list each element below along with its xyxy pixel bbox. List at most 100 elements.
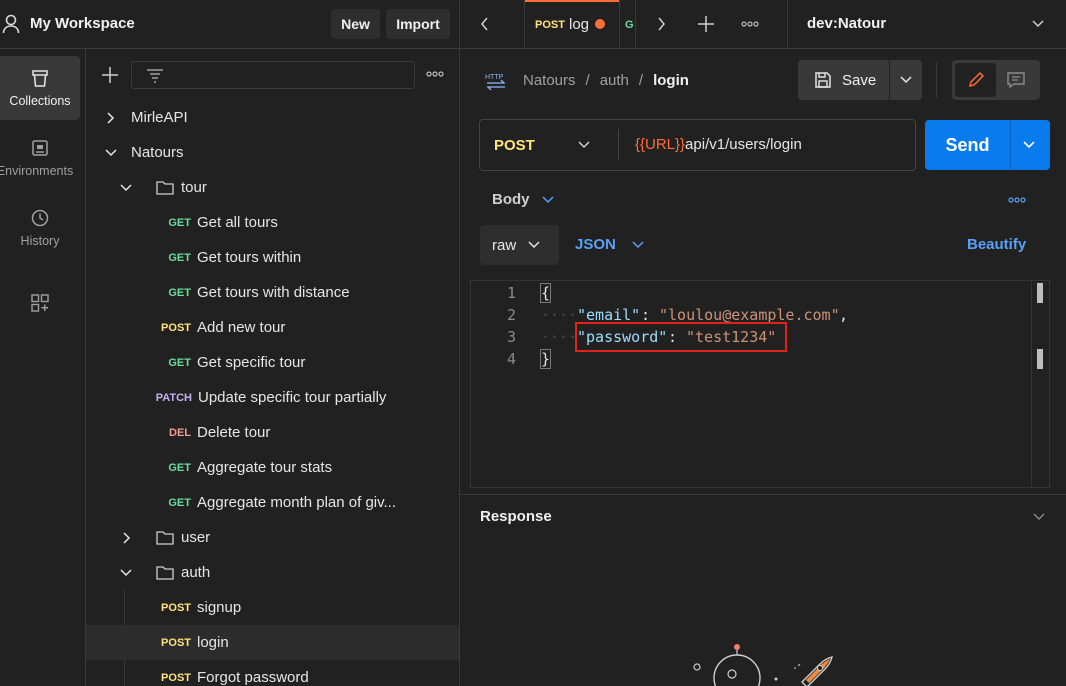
tree-request-get-tours-within[interactable]: GET Get tours within bbox=[86, 240, 459, 275]
line-number: 3 bbox=[506, 328, 516, 346]
workspace-header: My Workspace New Import bbox=[0, 0, 460, 48]
save-split-divider bbox=[889, 60, 890, 100]
code-comma: , bbox=[839, 306, 849, 324]
tab-divider bbox=[787, 0, 788, 48]
tab-more-icon[interactable] bbox=[741, 21, 759, 27]
body-mode-select[interactable]: raw bbox=[480, 225, 559, 265]
method-badge: GET bbox=[168, 356, 191, 369]
url-input[interactable]: {{URL}}api/v1/users/login bbox=[635, 136, 802, 153]
tree-label: auth bbox=[181, 564, 211, 581]
response-collapse-chevron-icon[interactable] bbox=[1033, 512, 1045, 522]
import-button[interactable]: Import bbox=[386, 9, 450, 39]
tree-label: Natours bbox=[131, 144, 184, 161]
breadcrumb-collection[interactable]: Natours bbox=[523, 72, 576, 89]
url-divider bbox=[618, 129, 619, 161]
save-label: Save bbox=[842, 71, 877, 89]
new-tab-plus-icon[interactable] bbox=[697, 15, 715, 33]
save-button-group: Save bbox=[798, 60, 922, 100]
tab-active-login[interactable]: POST log bbox=[525, 0, 619, 48]
chevron-down-icon bbox=[120, 568, 156, 578]
add-collection-icon[interactable] bbox=[101, 66, 119, 84]
tree-request-delete-tour[interactable]: DEL Delete tour bbox=[86, 415, 459, 450]
tree-request-get-all-tours[interactable]: GET Get all tours bbox=[86, 205, 459, 240]
chevron-right-icon bbox=[122, 531, 156, 544]
send-button[interactable]: Send bbox=[925, 120, 1010, 170]
save-options-chevron-icon[interactable] bbox=[900, 75, 912, 85]
rail-add-widgets[interactable] bbox=[0, 271, 80, 335]
environment-selector[interactable]: dev:Natour bbox=[807, 15, 886, 32]
tree-request-login[interactable]: POST login bbox=[86, 625, 459, 660]
tab-divider bbox=[619, 0, 620, 48]
tab-strip: POST log G dev:Natour bbox=[460, 0, 1066, 48]
rail-history-label: History bbox=[20, 234, 60, 248]
chevron-right-icon bbox=[106, 111, 131, 124]
send-options-chevron-icon[interactable] bbox=[1023, 140, 1035, 150]
url-bar: POST {{URL}}api/v1/users/login bbox=[479, 119, 916, 171]
tree-item-mirleapi[interactable]: MirleAPI bbox=[86, 100, 459, 135]
edit-pencil-icon[interactable] bbox=[955, 63, 996, 97]
tab-next-partial[interactable]: G bbox=[625, 19, 634, 31]
tab-body[interactable]: Body bbox=[492, 191, 530, 208]
breadcrumb-request[interactable]: login bbox=[653, 72, 689, 89]
tree-request-update-specific-tour[interactable]: PATCH Update specific tour partially bbox=[86, 380, 459, 415]
body-lang-select[interactable]: JSON bbox=[575, 236, 616, 253]
editor-scrollbar-thumb[interactable] bbox=[1037, 283, 1043, 303]
tree-request-add-new-tour[interactable]: POST Add new tour bbox=[86, 310, 459, 345]
tree-label: MirleAPI bbox=[131, 109, 188, 126]
comments-icon[interactable] bbox=[1006, 71, 1026, 89]
send-button-group: Send bbox=[925, 120, 1050, 170]
response-divider bbox=[460, 494, 1066, 495]
body-more-icon[interactable] bbox=[1008, 197, 1026, 203]
tree-request-aggregate-tour-stats[interactable]: GET Aggregate tour stats bbox=[86, 450, 459, 485]
method-badge: GET bbox=[168, 251, 191, 264]
method-badge: POST bbox=[161, 671, 191, 684]
editor-scrollbar-marker bbox=[1037, 349, 1043, 369]
method-badge: GET bbox=[168, 461, 191, 474]
view-mode-toggle bbox=[952, 60, 1040, 100]
tree-label: Aggregate tour stats bbox=[197, 459, 333, 476]
tree-request-signup[interactable]: POST signup bbox=[86, 590, 459, 625]
body-code-editor[interactable]: 1 2 3 4 { ···· "email" : "loulou@example… bbox=[470, 280, 1050, 488]
tree-folder-user[interactable]: user bbox=[86, 520, 459, 555]
method-badge: POST bbox=[161, 636, 191, 649]
folder-icon bbox=[156, 565, 181, 580]
rail-history[interactable]: History bbox=[0, 196, 80, 260]
method-badge: DEL bbox=[169, 426, 191, 439]
method-badge: GET bbox=[168, 286, 191, 299]
filter-search-input[interactable] bbox=[131, 61, 415, 89]
method-select[interactable]: POST bbox=[480, 120, 618, 170]
tree-label: tour bbox=[181, 179, 207, 196]
workspace-title[interactable]: My Workspace bbox=[30, 15, 135, 32]
more-options-icon[interactable] bbox=[426, 71, 444, 77]
tree-folder-tour[interactable]: tour bbox=[86, 170, 459, 205]
sidebar-divider bbox=[459, 0, 460, 686]
chevron-down-icon bbox=[105, 148, 131, 158]
body-lang-chevron-icon[interactable] bbox=[632, 240, 644, 250]
svg-text:HTTP: HTTP bbox=[485, 74, 504, 81]
tree-folder-auth[interactable]: auth bbox=[86, 555, 459, 590]
body-tab-chevron-icon[interactable] bbox=[542, 195, 554, 205]
tab-scroll-left-icon[interactable] bbox=[480, 17, 490, 31]
tree-request-forgot-password[interactable]: POST Forgot password bbox=[86, 660, 459, 686]
tab-scroll-right-icon[interactable] bbox=[656, 17, 666, 31]
rail-collections[interactable]: Collections bbox=[0, 56, 80, 120]
save-icon bbox=[814, 71, 832, 89]
environment-chevron-down-icon[interactable] bbox=[1032, 19, 1044, 29]
toolbar-divider bbox=[936, 62, 937, 98]
tree-request-aggregate-month-plan[interactable]: GET Aggregate month plan of giv... bbox=[86, 485, 459, 520]
indent-guide-dots: ···· bbox=[541, 328, 578, 346]
tree-label: Get all tours bbox=[197, 214, 278, 231]
save-button[interactable]: Save bbox=[798, 60, 889, 100]
beautify-button[interactable]: Beautify bbox=[967, 236, 1026, 253]
tree-request-get-tours-with-distance[interactable]: GET Get tours with distance bbox=[86, 275, 459, 310]
rail-environments[interactable]: Environments bbox=[0, 126, 80, 190]
tab-divider bbox=[635, 0, 636, 48]
tree-item-natours[interactable]: Natours bbox=[86, 135, 459, 170]
breadcrumb-folder[interactable]: auth bbox=[600, 72, 629, 89]
method-badge: POST bbox=[161, 601, 191, 614]
tree-request-get-specific-tour[interactable]: GET Get specific tour bbox=[86, 345, 459, 380]
tree-label: Get tours with distance bbox=[197, 284, 350, 301]
new-button[interactable]: New bbox=[331, 9, 380, 39]
method-badge: GET bbox=[168, 216, 191, 229]
history-icon bbox=[30, 208, 50, 228]
